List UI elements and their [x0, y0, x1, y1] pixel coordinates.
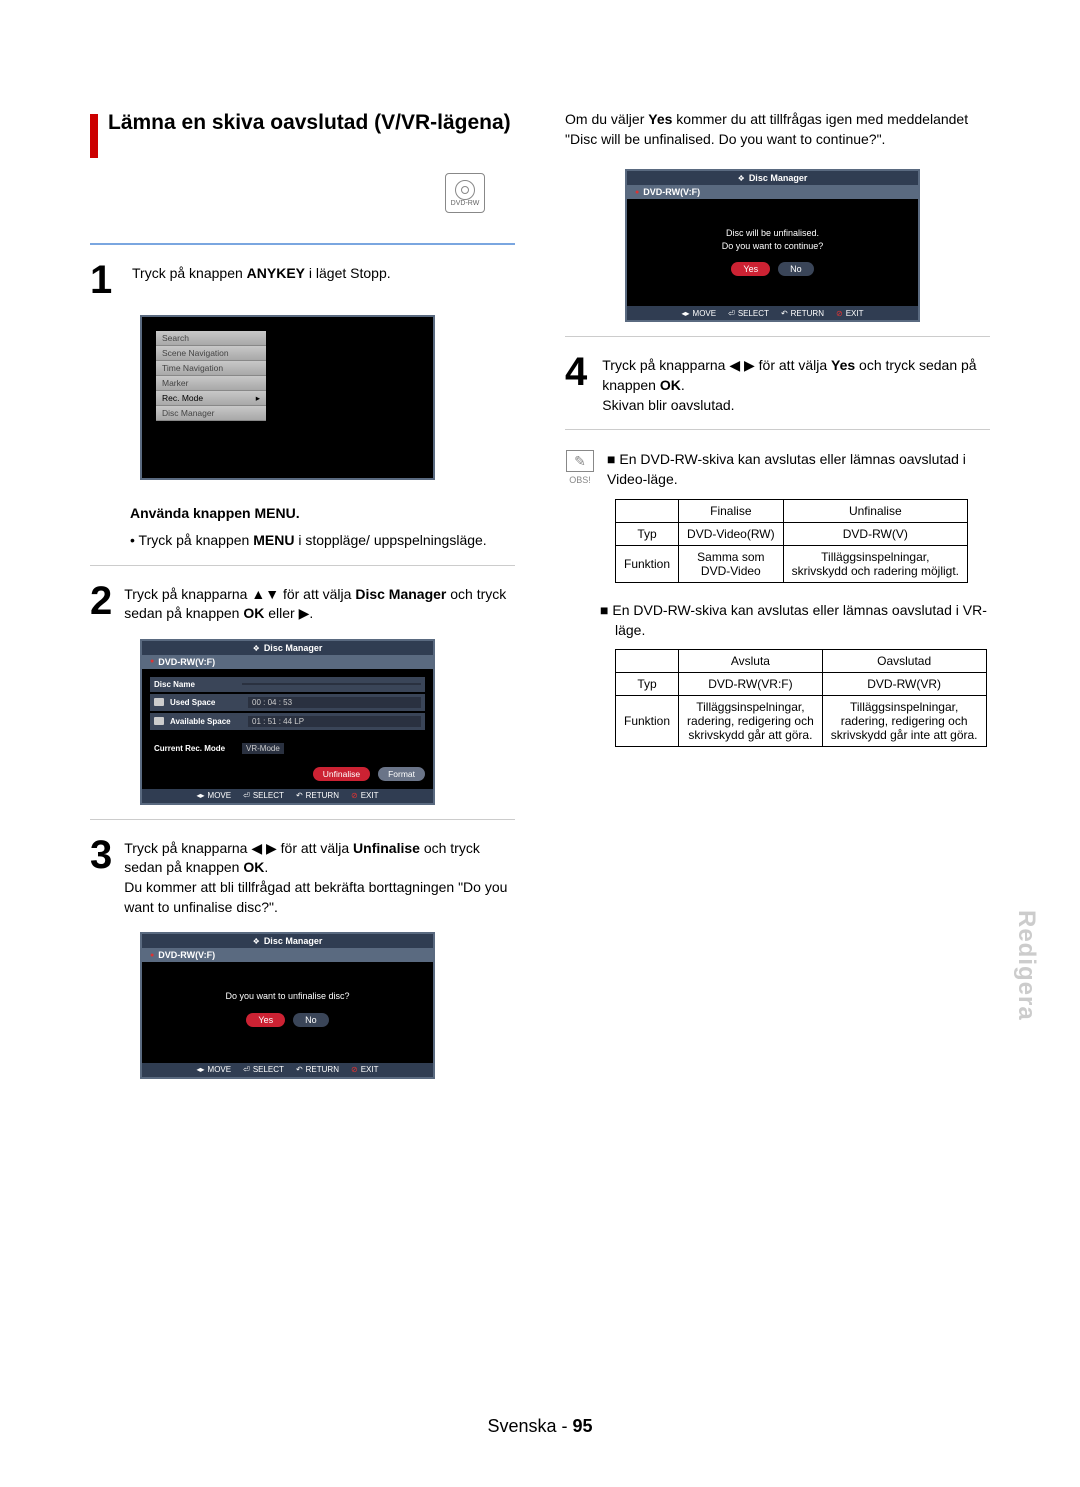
step-4: 4 Tryck på knapparna ◀ ▶ för att välja Y…	[565, 352, 990, 415]
ui-screenshot-disc-manager: Disc Manager DVD-RW(V:F) Disc Name Used …	[140, 639, 435, 805]
info-row: Disc Name	[150, 677, 425, 692]
nav-return: RETURN	[781, 309, 824, 318]
nav-select: SELECT	[243, 791, 284, 800]
menu-item: Scene Navigation	[156, 346, 266, 361]
dvd-rw-label: DVD-RW	[451, 200, 480, 207]
diamond-icon	[253, 936, 260, 946]
note-label: OBS!	[569, 475, 591, 485]
divider	[565, 429, 990, 430]
yes-button: Yes	[731, 262, 770, 276]
pill-row: Unfinalise Format	[150, 767, 425, 781]
vr-mode-bullet: En DVD-RW-skiva kan avslutas eller lämna…	[615, 601, 990, 640]
sub-heading: Använda knappen MENU.	[130, 505, 515, 521]
format-pill: Format	[378, 767, 425, 781]
ui-header: DVD-RW(V:F)	[142, 948, 433, 962]
step-number: 4	[565, 352, 590, 415]
divider	[90, 565, 515, 566]
note-box: ✎ OBS! En DVD-RW-skiva kan avslutas elle…	[565, 450, 990, 489]
ui-screenshot-unfinalise-confirm: Disc Manager DVD-RW(V:F) Do you want to …	[140, 932, 435, 1079]
pie-icon	[154, 698, 164, 706]
no-button: No	[778, 262, 814, 276]
nav-exit: EXIT	[351, 1065, 378, 1074]
ui-top-bar: Disc Manager	[142, 641, 433, 655]
video-mode-table: Finalise Unfinalise Typ DVD-Video(RW) DV…	[615, 499, 968, 583]
step-text: Tryck på knapparna ◀ ▶ för att välja Yes…	[602, 352, 990, 415]
menu-list: Search Scene Navigation Time Navigation …	[156, 331, 266, 421]
ui-nav-bar: MOVE SELECT RETURN EXIT	[627, 306, 918, 320]
side-tab: Redigera	[1012, 910, 1040, 1021]
step-text: Tryck på knapparna ◀ ▶ för att välja Unf…	[124, 835, 515, 917]
step-text: Tryck på knappen ANYKEY i läget Stopp.	[132, 260, 391, 300]
step-text: Tryck på knapparna ▲▼ för att välja Disc…	[124, 581, 515, 624]
ui-nav-bar: MOVE SELECT RETURN EXIT	[142, 1063, 433, 1077]
nav-move: MOVE	[197, 791, 232, 800]
divider	[90, 243, 515, 245]
info-row: Available Space01 : 51 : 44 LP	[150, 713, 425, 730]
nav-exit: EXIT	[351, 791, 378, 800]
divider	[90, 819, 515, 820]
nav-move: MOVE	[197, 1065, 232, 1074]
nav-move: MOVE	[682, 309, 717, 318]
section-heading: Lämna en skiva oavslutad (V/VR-lägena)	[108, 110, 511, 135]
menu-item: Time Navigation	[156, 361, 266, 376]
dialog-buttons: Yes No	[635, 262, 910, 276]
divider	[565, 336, 990, 337]
vr-mode-table: Avsluta Oavslutad Typ DVD-RW(VR:F) DVD-R…	[615, 649, 987, 747]
menu-item: Marker	[156, 376, 266, 391]
menu-item: Disc Manager	[156, 406, 266, 421]
info-row: Current Rec. ModeVR-Mode	[150, 740, 425, 757]
nav-return: RETURN	[296, 791, 339, 800]
dialog-text: Do you want to unfinalise disc?	[150, 970, 425, 1003]
nav-return: RETURN	[296, 1065, 339, 1074]
menu-item: Search	[156, 331, 266, 346]
dialog-buttons: Yes No	[150, 1013, 425, 1027]
intro-paragraph: Om du väljer Yes kommer du att tillfråga…	[565, 110, 990, 149]
pencil-icon: ✎	[566, 450, 594, 472]
diamond-icon	[253, 643, 260, 653]
section-title: Lämna en skiva oavslutad (V/VR-lägena)	[90, 110, 515, 158]
note-text: En DVD-RW-skiva kan avslutas eller lämna…	[607, 450, 990, 489]
ui-screenshot-menu: Search Scene Navigation Time Navigation …	[140, 315, 435, 480]
page-footer: Svenska - 95	[0, 1416, 1080, 1437]
no-button: No	[293, 1013, 329, 1027]
pie-icon	[154, 717, 164, 725]
ui-nav-bar: MOVE SELECT RETURN EXIT	[142, 789, 433, 803]
step-3: 3 Tryck på knapparna ◀ ▶ för att välja U…	[90, 835, 515, 917]
step-number: 2	[90, 581, 112, 624]
ui-top-bar: Disc Manager	[142, 934, 433, 948]
bullet-text: • Tryck på knappen MENU i stoppläge/ upp…	[140, 531, 515, 551]
info-row: Used Space00 : 04 : 53	[150, 694, 425, 711]
menu-item-selected: Rec. Mode	[156, 391, 266, 406]
ui-header: DVD-RW(V:F)	[142, 655, 433, 669]
step-number: 3	[90, 835, 112, 917]
dvd-rw-icon: DVD-RW	[445, 173, 485, 213]
unfinalise-pill: Unfinalise	[313, 767, 370, 781]
nav-select: SELECT	[728, 309, 769, 318]
ui-top-bar: Disc Manager	[627, 171, 918, 185]
step-number: 1	[90, 260, 120, 300]
diamond-icon	[738, 173, 745, 183]
nav-select: SELECT	[243, 1065, 284, 1074]
yes-button: Yes	[246, 1013, 285, 1027]
dialog-text: Disc will be unfinalised. Do you want to…	[635, 207, 910, 252]
step-1: 1 Tryck på knappen ANYKEY i läget Stopp.	[90, 260, 515, 300]
red-accent-bar	[90, 114, 98, 158]
step-2: 2 Tryck på knapparna ▲▼ för att välja Di…	[90, 581, 515, 624]
nav-exit: EXIT	[836, 309, 863, 318]
note-icon: ✎ OBS!	[565, 450, 595, 489]
ui-screenshot-continue-confirm: Disc Manager DVD-RW(V:F) Disc will be un…	[625, 169, 920, 322]
ui-header: DVD-RW(V:F)	[627, 185, 918, 199]
